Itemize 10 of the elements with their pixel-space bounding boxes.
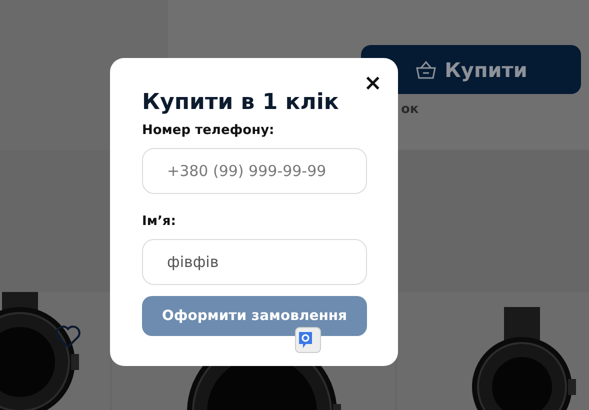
modal-title: Купити в 1 клік	[142, 90, 340, 115]
basket-icon	[414, 60, 437, 80]
input-field[interactable]: фівфів	[142, 239, 367, 285]
heart-icon[interactable]	[55, 325, 81, 349]
note-text: ок	[401, 102, 419, 117]
close-button[interactable]: ×	[364, 72, 382, 96]
field-label: Ім’я:	[142, 214, 177, 229]
field-label: Номер телефону:	[142, 123, 276, 138]
translate-icon[interactable]	[295, 327, 321, 353]
input-field[interactable]: +380 (99) 999-99-99	[142, 148, 367, 194]
